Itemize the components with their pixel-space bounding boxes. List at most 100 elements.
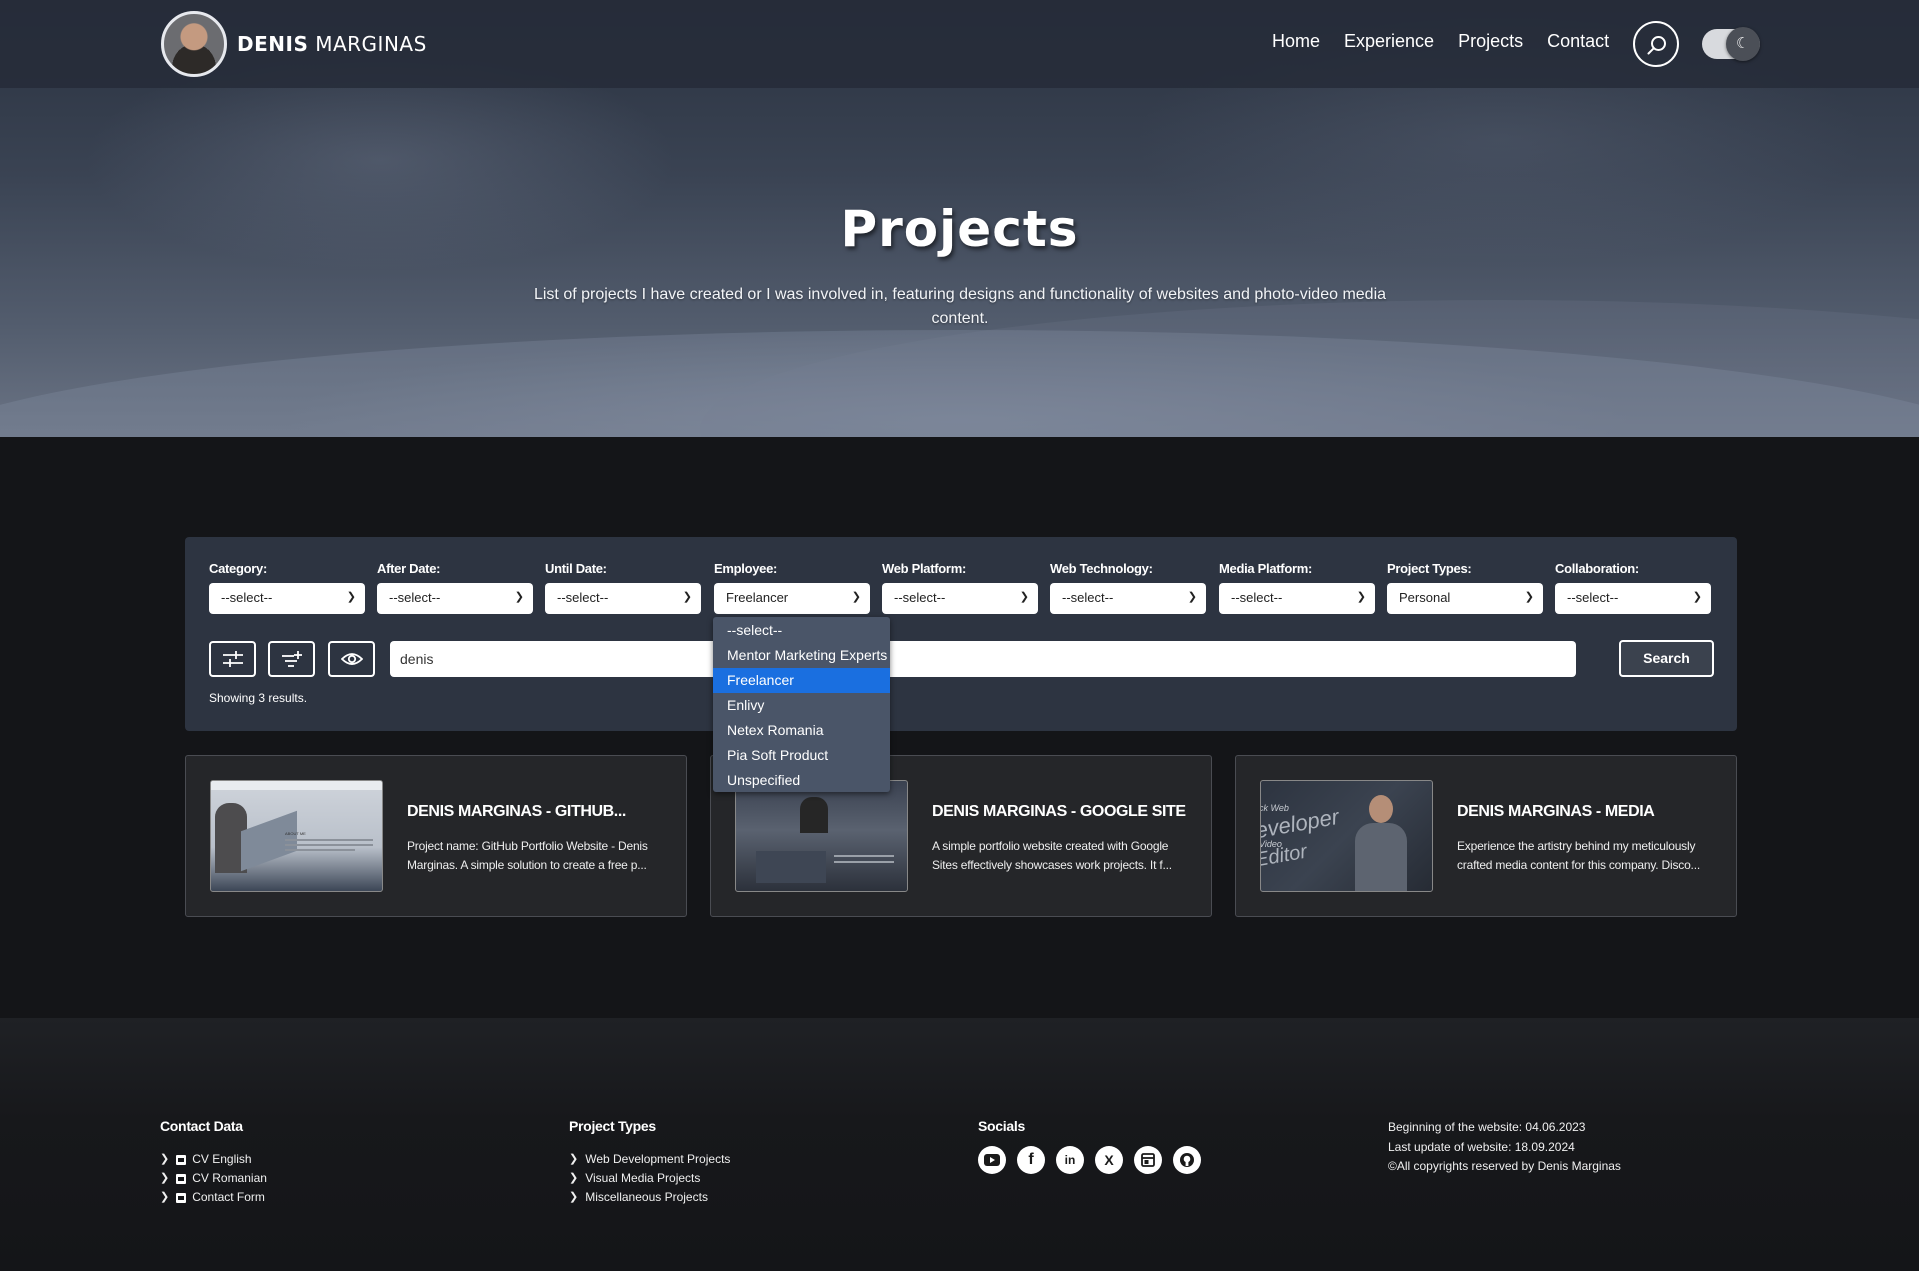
footer-link-visual-media[interactable]: ❯ Visual Media Projects bbox=[569, 1169, 730, 1188]
linkedin-icon[interactable]: in bbox=[1056, 1146, 1084, 1174]
web-technology-select[interactable]: --select-- ❯ bbox=[1050, 583, 1206, 614]
thumb-person bbox=[1355, 823, 1407, 891]
eye-icon bbox=[341, 653, 363, 665]
brand-logo[interactable]: DENIS MARGINAS bbox=[161, 11, 427, 77]
filter-project-types: Project Types: Personal ❯ bbox=[1387, 561, 1543, 614]
filter-panel: Category: --select-- ❯ After Date: --sele… bbox=[185, 537, 1737, 731]
browser-glyph bbox=[1141, 1153, 1155, 1167]
chevron-right-icon: ❯ bbox=[160, 1191, 170, 1203]
page-subtitle: List of projects I have created or I was… bbox=[533, 286, 1387, 327]
search-submit-button[interactable]: Search bbox=[1619, 640, 1714, 677]
project-types-select[interactable]: Personal ❯ bbox=[1387, 583, 1543, 614]
filter-add-icon bbox=[282, 651, 302, 667]
x-icon[interactable]: X bbox=[1095, 1146, 1123, 1174]
project-thumbnail: ABOUT ME bbox=[210, 780, 383, 892]
filter-web-technology: Web Technology: --select-- ❯ bbox=[1050, 561, 1206, 614]
project-card[interactable]: ck Web eveloper Video Editor DENIS MARGI… bbox=[1235, 755, 1737, 917]
dropdown-option[interactable]: Enlivy bbox=[713, 693, 890, 718]
footer-socials: Socials f in X bbox=[978, 1118, 1212, 1174]
chevron-right-icon: ❯ bbox=[569, 1172, 579, 1184]
footer-project-types: Project Types ❯ Web Development Projects … bbox=[569, 1118, 730, 1207]
footer-link-cv-romanian[interactable]: ❯ CV Romanian bbox=[160, 1169, 267, 1188]
chevron-down-icon: ❯ bbox=[1019, 591, 1029, 603]
project-description: Experience the artistry behind my meticu… bbox=[1457, 839, 1700, 872]
youtube-glyph bbox=[984, 1154, 1000, 1166]
project-description: A simple portfolio website created with … bbox=[932, 839, 1172, 872]
dropdown-option-selected[interactable]: Freelancer bbox=[713, 668, 890, 693]
filter-category: Category: --select-- ❯ bbox=[209, 561, 365, 614]
chevron-down-icon: ❯ bbox=[1356, 591, 1366, 603]
theme-toggle[interactable]: ☾ bbox=[1702, 27, 1760, 61]
footer-link-web-dev[interactable]: ❯ Web Development Projects bbox=[569, 1150, 730, 1169]
thumb-line bbox=[834, 855, 894, 857]
search-button[interactable] bbox=[1633, 21, 1679, 67]
thumb-text: ABOUT ME bbox=[285, 831, 306, 836]
filter-web-platform: Web Platform: --select-- ❯ bbox=[882, 561, 1038, 614]
select-value: Personal bbox=[1399, 590, 1451, 605]
web-platform-select[interactable]: --select-- ❯ bbox=[882, 583, 1038, 614]
chevron-right-icon: ❯ bbox=[160, 1172, 170, 1184]
category-select[interactable]: --select-- ❯ bbox=[209, 583, 365, 614]
footer-link-contact-form[interactable]: ❯ Contact Form bbox=[160, 1188, 267, 1207]
facebook-icon[interactable]: f bbox=[1017, 1146, 1045, 1174]
nav-home[interactable]: Home bbox=[1272, 31, 1320, 52]
dropdown-option[interactable]: Mentor Marketing Experts bbox=[713, 643, 890, 668]
chevron-down-icon: ❯ bbox=[851, 591, 861, 603]
after-date-select[interactable]: --select-- ❯ bbox=[377, 583, 533, 614]
select-value: --select-- bbox=[1231, 590, 1283, 605]
theme-knob: ☾ bbox=[1726, 27, 1760, 61]
chevron-down-icon: ❯ bbox=[514, 591, 524, 603]
toggle-filters-button[interactable] bbox=[209, 641, 256, 677]
footer-link-misc[interactable]: ❯ Miscellaneous Projects bbox=[569, 1188, 730, 1207]
chevron-down-icon: ❯ bbox=[346, 591, 356, 603]
brand-name-bold: DENIS bbox=[237, 32, 309, 56]
footer-link-label: Contact Form bbox=[192, 1190, 265, 1204]
thumb-line bbox=[285, 844, 373, 846]
form-icon bbox=[176, 1192, 187, 1203]
filter-label: Collaboration: bbox=[1555, 561, 1639, 576]
select-value: Freelancer bbox=[726, 590, 789, 605]
dropdown-option[interactable]: Pia Soft Product bbox=[713, 743, 890, 768]
project-card[interactable]: ABOUT ME DENIS MARGINAS - GITHUB... Proj… bbox=[185, 755, 687, 917]
nav-experience[interactable]: Experience bbox=[1344, 31, 1434, 52]
project-thumbnail bbox=[735, 780, 908, 892]
chevron-down-icon: ❯ bbox=[682, 591, 692, 603]
moon-icon: ☾ bbox=[1736, 35, 1750, 52]
collaboration-select[interactable]: --select-- ❯ bbox=[1555, 583, 1711, 614]
select-value: --select-- bbox=[221, 590, 273, 605]
until-date-select[interactable]: --select-- ❯ bbox=[545, 583, 701, 614]
search-input[interactable]: denis bbox=[390, 641, 1576, 677]
youtube-icon[interactable] bbox=[978, 1146, 1006, 1174]
thumb-line bbox=[834, 861, 894, 863]
media-platform-select[interactable]: --select-- ❯ bbox=[1219, 583, 1375, 614]
github-icon[interactable] bbox=[1173, 1146, 1201, 1174]
filter-label: Category: bbox=[209, 561, 267, 576]
add-filter-button[interactable] bbox=[268, 641, 315, 677]
chevron-down-icon: ❯ bbox=[1187, 591, 1197, 603]
footer-link-cv-english[interactable]: ❯ CV English bbox=[160, 1150, 267, 1169]
nav-projects[interactable]: Projects bbox=[1458, 31, 1523, 52]
filter-collaboration: Collaboration: --select-- ❯ bbox=[1555, 561, 1711, 614]
employee-dropdown-list: --select-- Mentor Marketing Experts Free… bbox=[713, 617, 890, 792]
view-toggle-button[interactable] bbox=[328, 641, 375, 677]
dropdown-option[interactable]: --select-- bbox=[713, 618, 890, 643]
project-title: DENIS MARGINAS - GITHUB... bbox=[407, 803, 626, 820]
document-icon bbox=[176, 1154, 187, 1165]
project-thumbnail: ck Web eveloper Video Editor bbox=[1260, 780, 1433, 892]
footer-contact: Contact Data ❯ CV English ❯ CV Romanian ❯ C… bbox=[160, 1118, 267, 1207]
project-title: DENIS MARGINAS - MEDIA bbox=[1457, 803, 1655, 820]
footer-info: Beginning of the website: 04.06.2023 Las… bbox=[1388, 1118, 1621, 1177]
footer-heading: Socials bbox=[978, 1118, 1025, 1134]
nav-contact[interactable]: Contact bbox=[1547, 31, 1609, 52]
project-title: DENIS MARGINAS - GOOGLE SITE bbox=[932, 803, 1186, 820]
footer: Contact Data ❯ CV English ❯ CV Romanian ❯ C… bbox=[0, 1018, 1919, 1271]
employee-select[interactable]: Freelancer ❯ bbox=[714, 583, 870, 614]
filter-label: Employee: bbox=[714, 561, 778, 576]
dropdown-option[interactable]: Unspecified bbox=[713, 768, 890, 793]
dropdown-option[interactable]: Netex Romania bbox=[713, 718, 890, 743]
search-icon bbox=[1647, 36, 1666, 55]
github-glyph bbox=[1180, 1153, 1194, 1167]
chevron-down-icon: ❯ bbox=[1524, 591, 1534, 603]
website-icon[interactable] bbox=[1134, 1146, 1162, 1174]
site-start-date: Beginning of the website: 04.06.2023 bbox=[1388, 1120, 1586, 1134]
